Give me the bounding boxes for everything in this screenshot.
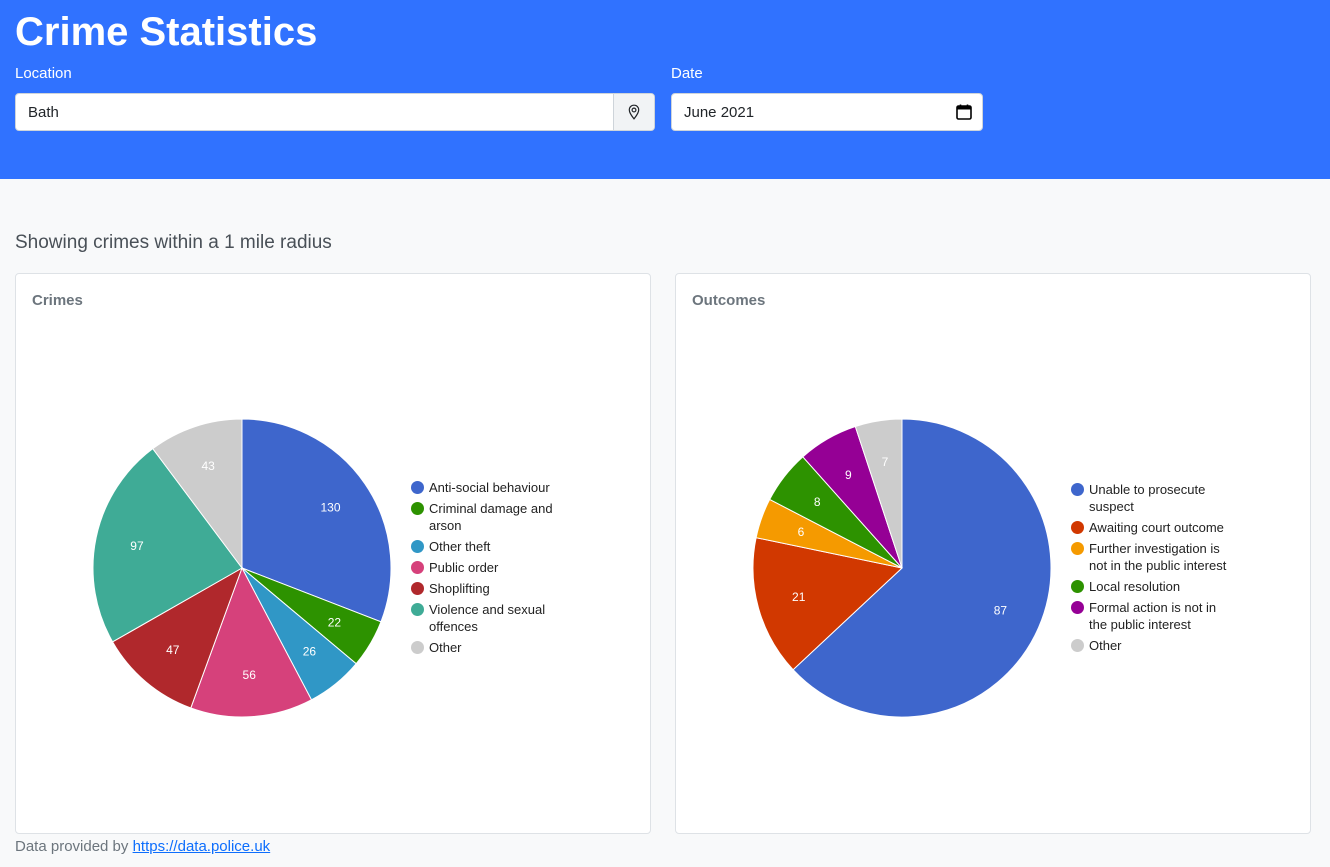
date-picker-button[interactable] (946, 94, 982, 130)
legend-label: Awaiting court outcome (1089, 520, 1224, 535)
crimes-card: Crimes 130 22 26 56 47 97 43 Anti-social behav… (15, 273, 651, 834)
page-title: Crime Statistics (15, 10, 318, 54)
calendar-icon (956, 104, 972, 120)
legend-swatch (411, 502, 424, 515)
legend-item-other[interactable]: Other (1071, 637, 1234, 654)
legend-label: Local resolution (1089, 579, 1181, 594)
legend-label: Anti-social behaviour (429, 480, 550, 495)
use-location-button[interactable] (613, 94, 654, 130)
results-subtitle: Showing crimes within a 1 mile radius (15, 232, 332, 253)
legend-swatch (411, 481, 424, 494)
legend-label: Shoplifting (429, 581, 490, 596)
location-input[interactable] (16, 94, 613, 130)
legend-item-unable-to-prosecute-suspect[interactable]: Unable to prosecute suspect (1071, 481, 1234, 515)
slice-value-label: 97 (130, 539, 144, 553)
slice-value-label: 8 (814, 495, 821, 509)
slice-value-label: 56 (243, 668, 257, 682)
legend-swatch (411, 561, 424, 574)
map-pin-icon (628, 104, 640, 120)
slice-value-label: 87 (994, 604, 1008, 618)
legend-swatch (1071, 542, 1084, 555)
legend-item-public-order[interactable]: Public order (411, 559, 574, 576)
legend-item-violence-and-sexual-offences[interactable]: Violence and sexual offences (411, 601, 574, 635)
slice-value-label: 47 (166, 643, 180, 657)
location-label: Location (15, 65, 72, 82)
legend-label: Other theft (429, 539, 491, 554)
legend-label: Violence and sexual offences (429, 602, 546, 634)
slice-value-label: 22 (328, 616, 342, 630)
legend-item-other[interactable]: Other (411, 639, 574, 656)
legend-label: Formal action is not in the public inter… (1089, 600, 1217, 632)
legend-label: Further investigation is not in the publ… (1089, 541, 1227, 573)
legend-swatch (1071, 521, 1084, 534)
slice-value-label: 43 (201, 459, 215, 473)
legend-swatch (1071, 639, 1084, 652)
slice-value-label: 21 (792, 590, 806, 604)
legend-item-shoplifting[interactable]: Shoplifting (411, 580, 574, 597)
legend-label: Criminal damage and arson (429, 501, 553, 533)
legend-swatch (411, 540, 424, 553)
legend-label: Other (429, 640, 462, 655)
date-input[interactable] (672, 94, 946, 130)
footer: Data provided by https://data.police.uk (15, 837, 270, 857)
data-source-link[interactable]: https://data.police.uk (133, 838, 271, 855)
legend-item-formal-action-is-not-in-the-public-interest[interactable]: Formal action is not in the public inter… (1071, 599, 1234, 633)
legend-item-further-investigation-is-not-in-the-public-interest[interactable]: Further investigation is not in the publ… (1071, 540, 1234, 574)
footer-text: Data provided by (15, 838, 129, 855)
slice-value-label: 7 (882, 455, 889, 469)
legend-swatch (1071, 483, 1084, 496)
slice-value-label: 9 (845, 468, 852, 482)
outcomes-legend: Unable to prosecute suspect Awaiting cour… (1071, 481, 1234, 658)
date-label: Date (671, 65, 703, 82)
legend-label: Unable to prosecute suspect (1089, 482, 1206, 514)
date-input-group (671, 93, 983, 131)
crimes-legend: Anti-social behaviour Criminal damage and… (411, 479, 574, 660)
legend-item-other-theft[interactable]: Other theft (411, 538, 574, 555)
outcomes-card: Outcomes 87 21 6 8 9 7 Unable to prosecute su… (675, 273, 1311, 834)
header: Crime Statistics Location Date (0, 0, 1330, 179)
slice-value-label: 6 (798, 525, 805, 539)
legend-swatch (1071, 580, 1084, 593)
legend-item-anti-social-behaviour[interactable]: Anti-social behaviour (411, 479, 574, 496)
legend-item-criminal-damage-and-arson[interactable]: Criminal damage and arson (411, 500, 574, 534)
legend-swatch (411, 603, 424, 616)
legend-item-awaiting-court-outcome[interactable]: Awaiting court outcome (1071, 519, 1234, 536)
location-input-group (15, 93, 655, 131)
legend-swatch (1071, 601, 1084, 614)
legend-swatch (411, 582, 424, 595)
legend-label: Other (1089, 638, 1122, 653)
legend-swatch (411, 641, 424, 654)
legend-label: Public order (429, 560, 499, 575)
legend-item-local-resolution[interactable]: Local resolution (1071, 578, 1234, 595)
slice-value-label: 130 (320, 500, 340, 514)
slice-value-label: 26 (303, 644, 317, 658)
